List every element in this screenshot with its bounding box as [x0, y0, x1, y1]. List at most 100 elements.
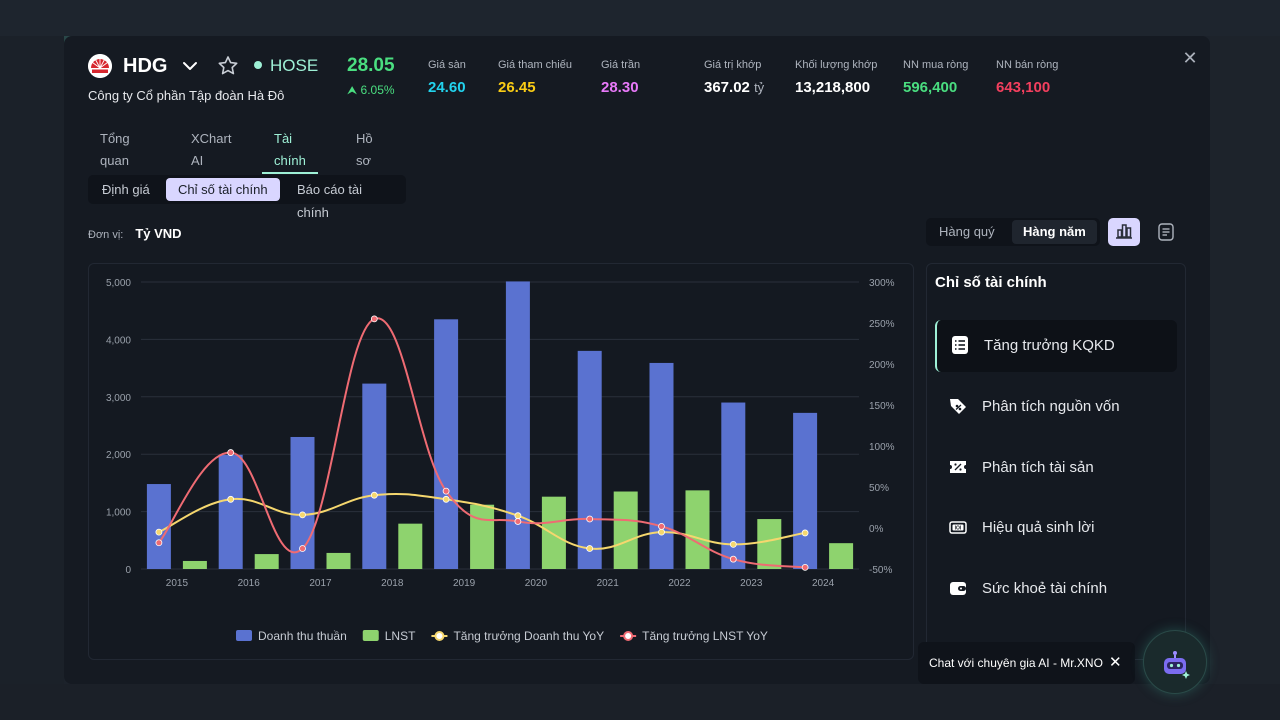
stat-value-number: 367.02: [704, 79, 750, 96]
menu-item-capital-analysis[interactable]: Phân tích nguồn vốn: [935, 381, 1177, 433]
stat-label: NN mua ròng: [903, 59, 969, 71]
stat-value: 596,400: [903, 79, 958, 96]
ticket-percent-icon: [950, 461, 966, 473]
x-tick-label: 2015: [166, 578, 189, 589]
line-point: [370, 491, 378, 499]
line-point: [801, 563, 809, 571]
backdrop-left-panel: [0, 36, 64, 720]
unit-indicator: Đơn vị: Tỷ VND: [88, 226, 182, 241]
stat-value: 367.02 tỷ: [704, 79, 764, 97]
stat-foreign-sell: NN bán ròng 643,100: [996, 58, 1058, 97]
stat-floor-price: Giá sàn 24.60: [428, 58, 466, 97]
exchange-label: HOSE: [270, 56, 319, 75]
ai-chat-label: Chat với chuyên gia AI - Mr.XNO: [929, 656, 1103, 670]
line-point: [514, 512, 522, 520]
financial-subtabs: Định giá Chỉ số tài chính Báo cáo tài ch…: [88, 175, 406, 220]
legend-swatch: [236, 630, 252, 641]
bar-chart-icon: [1116, 224, 1132, 239]
stat-matched-volume: Khối lượng khớp 13,218,800: [795, 58, 877, 97]
subtab-financial-ratios[interactable]: Chỉ số tài chính: [166, 178, 280, 201]
ai-assistant-button[interactable]: [1143, 630, 1207, 694]
stat-label: Giá trị khớp: [704, 59, 762, 71]
y-left-tick-label: 1,000: [106, 508, 131, 519]
close-modal-button[interactable]: ✕: [1180, 48, 1200, 68]
line-point: [227, 495, 235, 503]
y-right-tick-label: 150%: [869, 401, 895, 412]
line-point: [155, 539, 163, 547]
line-point: [658, 522, 665, 530]
bar-profit: [470, 504, 495, 569]
menu-item-financial-health[interactable]: Sức khoẻ tài chính: [935, 563, 1177, 615]
stat-reference-price: Giá tham chiếu 26.45: [498, 58, 572, 97]
ai-chat-prompt[interactable]: Chat với chuyên gia AI - Mr.XNO ✕: [918, 642, 1135, 684]
bar-revenue: [505, 281, 530, 569]
legend-swatch-dot: [434, 631, 445, 641]
bar-profit: [613, 491, 638, 569]
chart-view-button[interactable]: [1108, 218, 1140, 246]
backdrop-bottom-bar: [0, 684, 1280, 720]
tab-financials[interactable]: Tài chính: [262, 128, 318, 174]
chevron-down-icon[interactable]: [180, 56, 200, 76]
x-tick-label: 2022: [668, 578, 691, 589]
close-chat-prompt-button[interactable]: ✕: [1109, 653, 1122, 671]
x-tick-label: 2016: [238, 578, 261, 589]
wallet-icon: [950, 582, 966, 595]
legend-label: Doanh thu thuần: [258, 629, 347, 643]
tab-xchart-ai[interactable]: XChart AI: [191, 128, 231, 172]
x-tick-label: 2018: [381, 578, 404, 589]
stat-ceiling-price: Giá trần 28.30: [601, 58, 640, 97]
exchange-badge: HOSE: [254, 56, 318, 76]
legend-label: LNST: [385, 629, 416, 643]
line-point: [586, 545, 594, 552]
bar-profit: [541, 496, 566, 569]
bar-profit: [398, 523, 423, 569]
menu-item-profitability[interactable]: IOI Hiệu quả sinh lời: [935, 502, 1177, 554]
backdrop-right-panel: [1210, 36, 1280, 720]
stat-matched-value: Giá trị khớp 367.02 tỷ: [704, 58, 764, 97]
table-view-button[interactable]: [1150, 218, 1182, 246]
star-icon[interactable]: [216, 54, 240, 78]
financial-chart: 0 1,000 2,000 3,000 4,000 5,000 -50% 0% 50% 100% 1…: [106, 278, 895, 643]
tab-profile[interactable]: Hồ sơ: [356, 128, 373, 172]
stat-value: 13,218,800: [795, 79, 871, 96]
money-icon: IOI: [949, 521, 967, 534]
stat-label: Giá tham chiếu: [498, 59, 572, 71]
company-logo-icon: [88, 54, 112, 78]
menu-item-label: Hiệu quả sinh lời: [982, 519, 1095, 536]
y-right-tick-label: 0%: [869, 524, 884, 535]
company-name: Công ty Cổ phần Tập đoàn Hà Đô: [88, 88, 285, 103]
y-left-tick-label: 0: [125, 565, 131, 576]
bar-revenue: [218, 454, 243, 569]
line-point: [514, 518, 522, 525]
tab-overview[interactable]: Tổng quan: [100, 128, 130, 172]
subtab-valuation[interactable]: Định giá: [90, 178, 162, 201]
menu-item-label: Sức khoẻ tài chính: [982, 580, 1108, 597]
menu-item-asset-analysis[interactable]: Phân tích tài sản: [935, 442, 1177, 494]
stat-label: Giá sàn: [428, 59, 466, 71]
price-change: ⮝ 6.05%: [347, 83, 395, 98]
menu-title: Chỉ số tài chính: [935, 274, 1047, 291]
stat-unit: tỷ: [754, 80, 765, 95]
legend-swatch-dot: [623, 631, 634, 641]
price-change-value: 6.05%: [360, 83, 395, 97]
bar-revenue: [793, 412, 818, 569]
stat-label: Khối lượng khớp: [795, 59, 878, 71]
y-left-tick-label: 3,000: [106, 393, 131, 404]
x-tick-label: 2019: [453, 578, 476, 589]
unit-value: Tỷ VND: [135, 226, 182, 241]
menu-item-label: Phân tích tài sản: [982, 459, 1094, 476]
bar-profit: [685, 490, 710, 569]
period-quarterly-button[interactable]: Hàng quý: [928, 220, 1006, 244]
legend-label: Tăng trưởng LNST YoY: [642, 629, 768, 643]
subtab-financial-statements[interactable]: Báo cáo tài chính: [285, 178, 406, 220]
y-right-tick-label: 250%: [869, 319, 895, 330]
x-tick-label: 2024: [812, 578, 835, 589]
period-yearly-button[interactable]: Hàng năm: [1012, 220, 1097, 244]
bar-revenue: [577, 350, 602, 569]
bar-revenue: [434, 319, 459, 569]
line-point: [729, 540, 737, 548]
bar-revenue: [649, 362, 674, 569]
line-point: [155, 528, 163, 536]
menu-item-business-growth[interactable]: Tăng trưởng KQKD: [935, 320, 1177, 372]
arrow-up-icon: ⮝: [347, 83, 361, 97]
